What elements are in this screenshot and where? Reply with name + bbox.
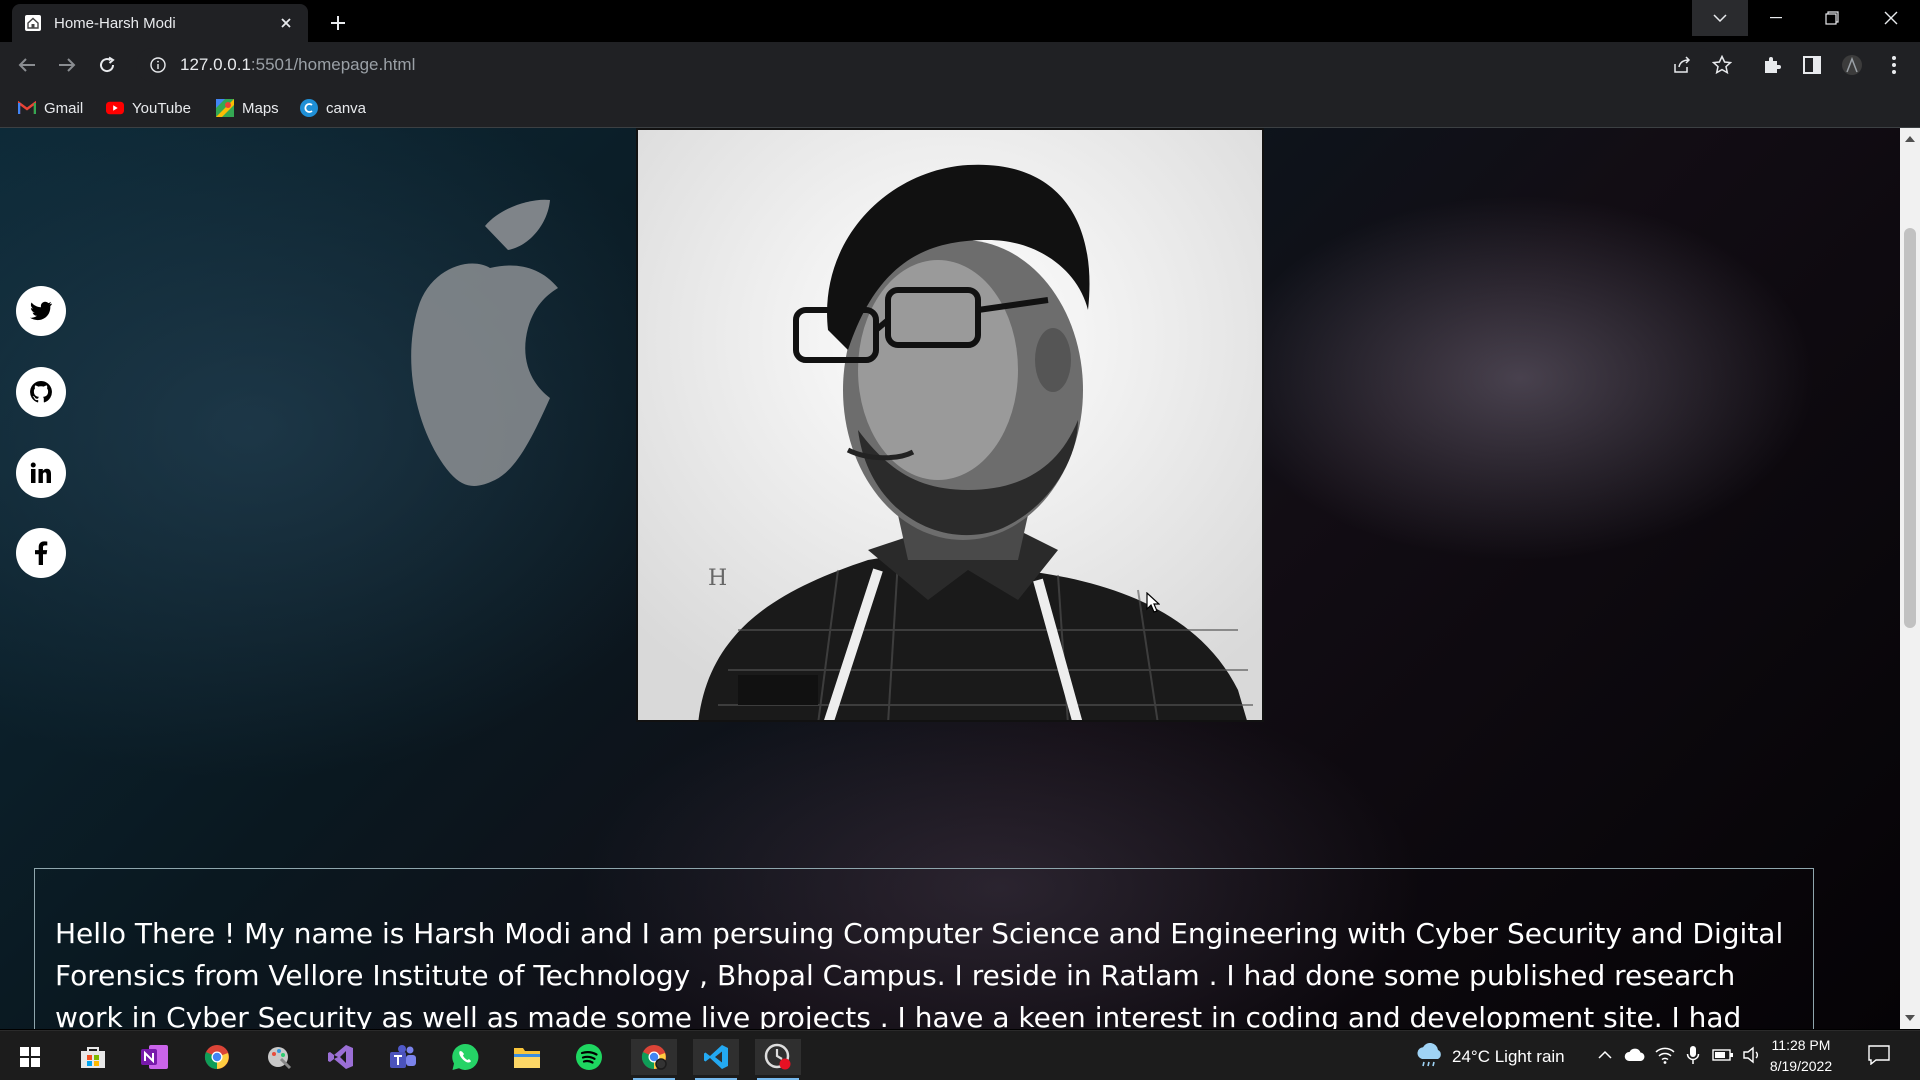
tab-search-button[interactable] bbox=[1692, 0, 1748, 36]
bookmarks-bar: Gmail YouTube Maps canva bbox=[0, 88, 1920, 128]
profile-photo: H bbox=[636, 128, 1264, 722]
recorder-icon bbox=[764, 1043, 791, 1070]
visual-studio-icon bbox=[328, 1045, 353, 1069]
browser-tab[interactable]: Home-Harsh Modi bbox=[12, 4, 308, 42]
taskbar-visual-studio[interactable] bbox=[321, 1039, 361, 1075]
portrait-illustration: H bbox=[638, 130, 1262, 720]
taskbar-chrome-profile[interactable] bbox=[631, 1039, 677, 1080]
bookmark-gmail[interactable]: Gmail bbox=[18, 96, 83, 120]
onedrive-cloud-icon[interactable] bbox=[1624, 1048, 1646, 1062]
facebook-icon bbox=[35, 541, 48, 565]
file-explorer-icon bbox=[514, 1048, 540, 1068]
youtube-icon bbox=[106, 99, 124, 117]
menu-kebab-icon[interactable] bbox=[1880, 51, 1908, 79]
close-tab-icon[interactable] bbox=[276, 13, 296, 33]
scroll-up-arrow-icon[interactable] bbox=[1905, 136, 1915, 142]
onenote-icon bbox=[141, 1045, 168, 1069]
spotify-icon bbox=[576, 1044, 602, 1070]
clock-date: 8/19/2022 bbox=[1769, 1058, 1833, 1074]
system-clock[interactable]: 11:28 PM 8/19/2022 bbox=[1756, 1035, 1846, 1077]
twitter-link[interactable] bbox=[16, 286, 66, 336]
chrome-icon bbox=[204, 1045, 229, 1070]
side-panel-icon[interactable] bbox=[1798, 51, 1826, 79]
profile-avatar-icon[interactable] bbox=[1838, 51, 1866, 79]
maps-icon bbox=[216, 99, 234, 117]
taskbar-whatsapp[interactable] bbox=[445, 1039, 485, 1075]
start-button[interactable] bbox=[10, 1039, 50, 1075]
url-text: 127.0.0.1:5501/homepage.html bbox=[180, 55, 416, 74]
share-icon[interactable] bbox=[1668, 51, 1696, 79]
home-favicon-icon bbox=[25, 15, 41, 31]
svg-text:H: H bbox=[708, 566, 727, 591]
bookmark-canva[interactable]: canva bbox=[300, 96, 366, 120]
linkedin-icon bbox=[30, 462, 51, 483]
back-button[interactable] bbox=[11, 49, 43, 81]
taskbar-recorder[interactable] bbox=[755, 1039, 801, 1080]
close-window-button[interactable] bbox=[1862, 0, 1920, 36]
facebook-link[interactable] bbox=[16, 528, 66, 578]
clock-time: 11:28 PM bbox=[1771, 1037, 1831, 1053]
bookmark-label: Maps bbox=[242, 99, 279, 117]
store-icon bbox=[81, 1047, 105, 1068]
weather-cloud-rain-icon[interactable] bbox=[1414, 1043, 1444, 1067]
paint-icon bbox=[268, 1047, 292, 1070]
whatsapp-icon bbox=[452, 1043, 479, 1070]
page-scrollbar[interactable] bbox=[1900, 128, 1920, 1029]
apple-logo-background bbox=[411, 199, 558, 486]
about-section: Hello There ! My name is Harsh Modi and … bbox=[34, 868, 1814, 1029]
taskbar-teams[interactable] bbox=[383, 1039, 423, 1075]
microphone-icon[interactable] bbox=[1686, 1045, 1700, 1065]
site-info-icon[interactable] bbox=[150, 57, 166, 73]
bookmark-label: canva bbox=[326, 99, 367, 117]
browser-toolbar: 127.0.0.1:5501/homepage.html bbox=[0, 42, 1920, 88]
taskbar-store[interactable] bbox=[73, 1039, 113, 1075]
page-viewport: H Hello There ! My name is Harsh Modi an… bbox=[0, 128, 1900, 1029]
restore-button[interactable] bbox=[1804, 0, 1860, 36]
scrollbar-thumb[interactable] bbox=[1904, 228, 1916, 628]
tab-title: Home-Harsh Modi bbox=[54, 14, 176, 32]
start-icon bbox=[20, 1047, 40, 1067]
notification-center-icon[interactable] bbox=[1868, 1045, 1890, 1065]
bookmark-label: YouTube bbox=[132, 99, 191, 117]
battery-icon[interactable] bbox=[1712, 1048, 1734, 1062]
github-link[interactable] bbox=[16, 367, 66, 417]
wifi-icon[interactable] bbox=[1655, 1046, 1675, 1064]
bookmark-youtube[interactable]: YouTube bbox=[106, 96, 191, 120]
scroll-down-arrow-icon[interactable] bbox=[1905, 1015, 1915, 1021]
twitter-icon bbox=[30, 301, 52, 321]
reload-button[interactable] bbox=[91, 49, 123, 81]
show-hidden-icons-chevron-icon[interactable] bbox=[1598, 1050, 1612, 1060]
bookmark-maps[interactable]: Maps bbox=[216, 96, 279, 120]
extensions-icon[interactable] bbox=[1758, 51, 1786, 79]
windows-taskbar: 24°C Light rain 11:28 PM 8/19/2022 bbox=[0, 1030, 1920, 1080]
taskbar-vscode[interactable] bbox=[693, 1039, 739, 1080]
taskbar-paint[interactable] bbox=[259, 1039, 299, 1075]
gmail-icon bbox=[18, 99, 36, 117]
canva-icon bbox=[300, 99, 318, 117]
taskbar-chrome[interactable] bbox=[197, 1039, 237, 1075]
bookmark-label: Gmail bbox=[44, 99, 84, 117]
minimize-button[interactable] bbox=[1748, 0, 1804, 36]
new-tab-button[interactable] bbox=[324, 9, 352, 37]
address-bar[interactable]: 127.0.0.1:5501/homepage.html bbox=[136, 48, 1716, 82]
tab-strip: Home-Harsh Modi bbox=[0, 0, 1920, 42]
weather-text[interactable]: 24°C Light rain bbox=[1452, 1047, 1565, 1067]
forward-button[interactable] bbox=[51, 49, 83, 81]
taskbar-onenote[interactable] bbox=[135, 1039, 175, 1075]
teams-icon bbox=[390, 1045, 416, 1068]
taskbar-file-explorer[interactable] bbox=[507, 1039, 547, 1075]
mouse-cursor-icon bbox=[1146, 592, 1160, 613]
vscode-icon bbox=[704, 1045, 728, 1069]
linkedin-link[interactable] bbox=[16, 448, 66, 498]
bookmark-star-icon[interactable] bbox=[1708, 51, 1736, 79]
chrome-profile-icon bbox=[641, 1045, 667, 1070]
taskbar-spotify[interactable] bbox=[569, 1039, 609, 1075]
github-icon bbox=[30, 381, 52, 403]
about-text: Hello There ! My name is Harsh Modi and … bbox=[55, 917, 1784, 1029]
